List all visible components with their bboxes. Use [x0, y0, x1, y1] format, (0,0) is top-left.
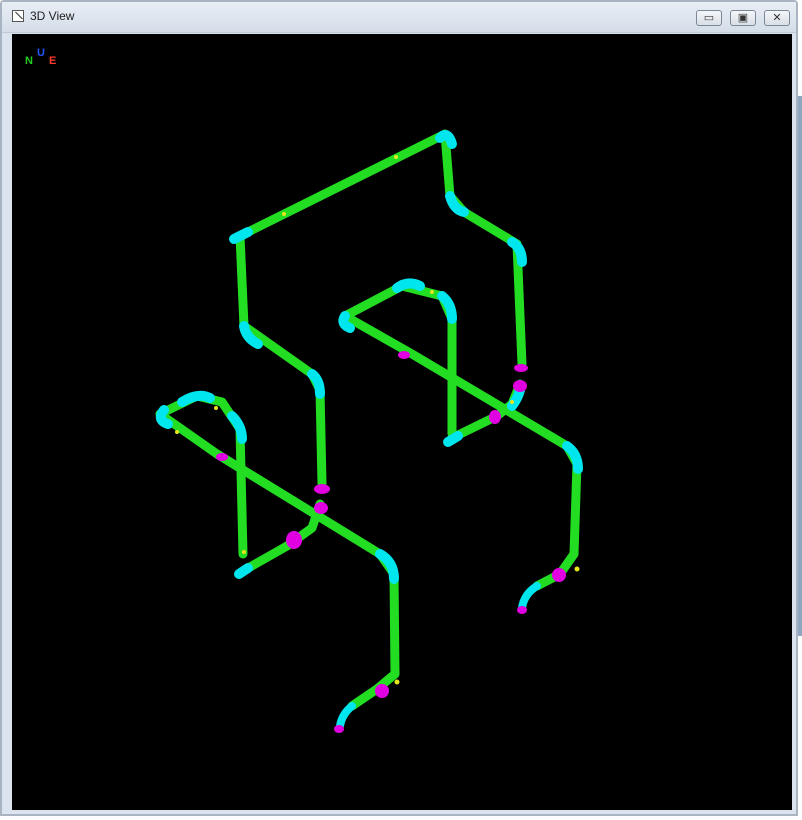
- 3d-view-window: 3D View ▭ ▣ ✕ N U E: [0, 0, 798, 816]
- compass-north-label: N: [25, 55, 33, 67]
- title-bar[interactable]: 3D View ▭ ▣ ✕: [2, 2, 796, 33]
- piping-model: [155, 129, 583, 733]
- outlet-pipes: [347, 549, 579, 711]
- close-button[interactable]: ✕: [764, 10, 790, 26]
- window-title: 3D View: [30, 9, 75, 23]
- pipe-run-c: [155, 391, 400, 679]
- minimize-button[interactable]: ▭: [696, 10, 722, 26]
- elbow-fittings-b: [338, 278, 583, 474]
- maximize-button[interactable]: ▣: [730, 10, 756, 26]
- pipe-run-b: [340, 281, 582, 559]
- 3d-viewport[interactable]: N U E: [12, 34, 792, 810]
- compass-east-label: E: [49, 55, 57, 67]
- window-icon: [12, 10, 24, 22]
- pipe-run-a: [235, 129, 527, 489]
- outlet-elbows: [336, 582, 541, 730]
- background-window-edge: [798, 96, 802, 636]
- elbow-fittings-a: [229, 130, 527, 399]
- compass-up-label: U: [37, 47, 45, 59]
